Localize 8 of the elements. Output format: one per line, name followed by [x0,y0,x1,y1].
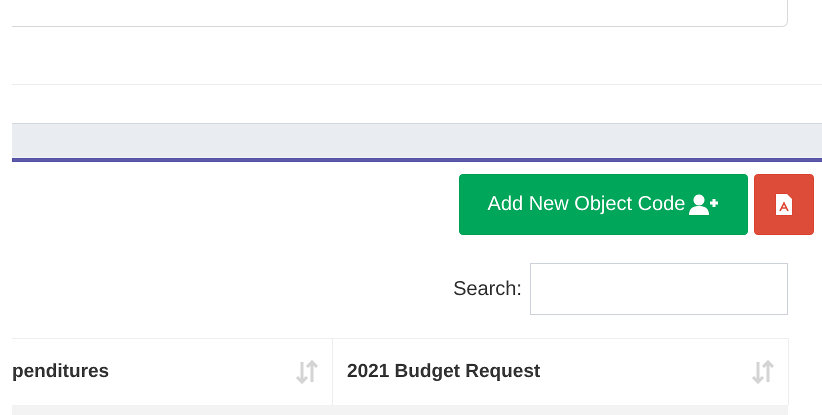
sort-icon [296,360,318,384]
pdf-export-button[interactable] [754,174,814,235]
user-plus-icon [689,194,720,216]
pdf-file-icon [776,194,792,215]
sort-icon [752,360,774,384]
search-label: Search: [453,278,522,300]
search-field[interactable] [530,263,788,315]
column-header[interactable]: 2021 Budget Request [333,339,788,405]
